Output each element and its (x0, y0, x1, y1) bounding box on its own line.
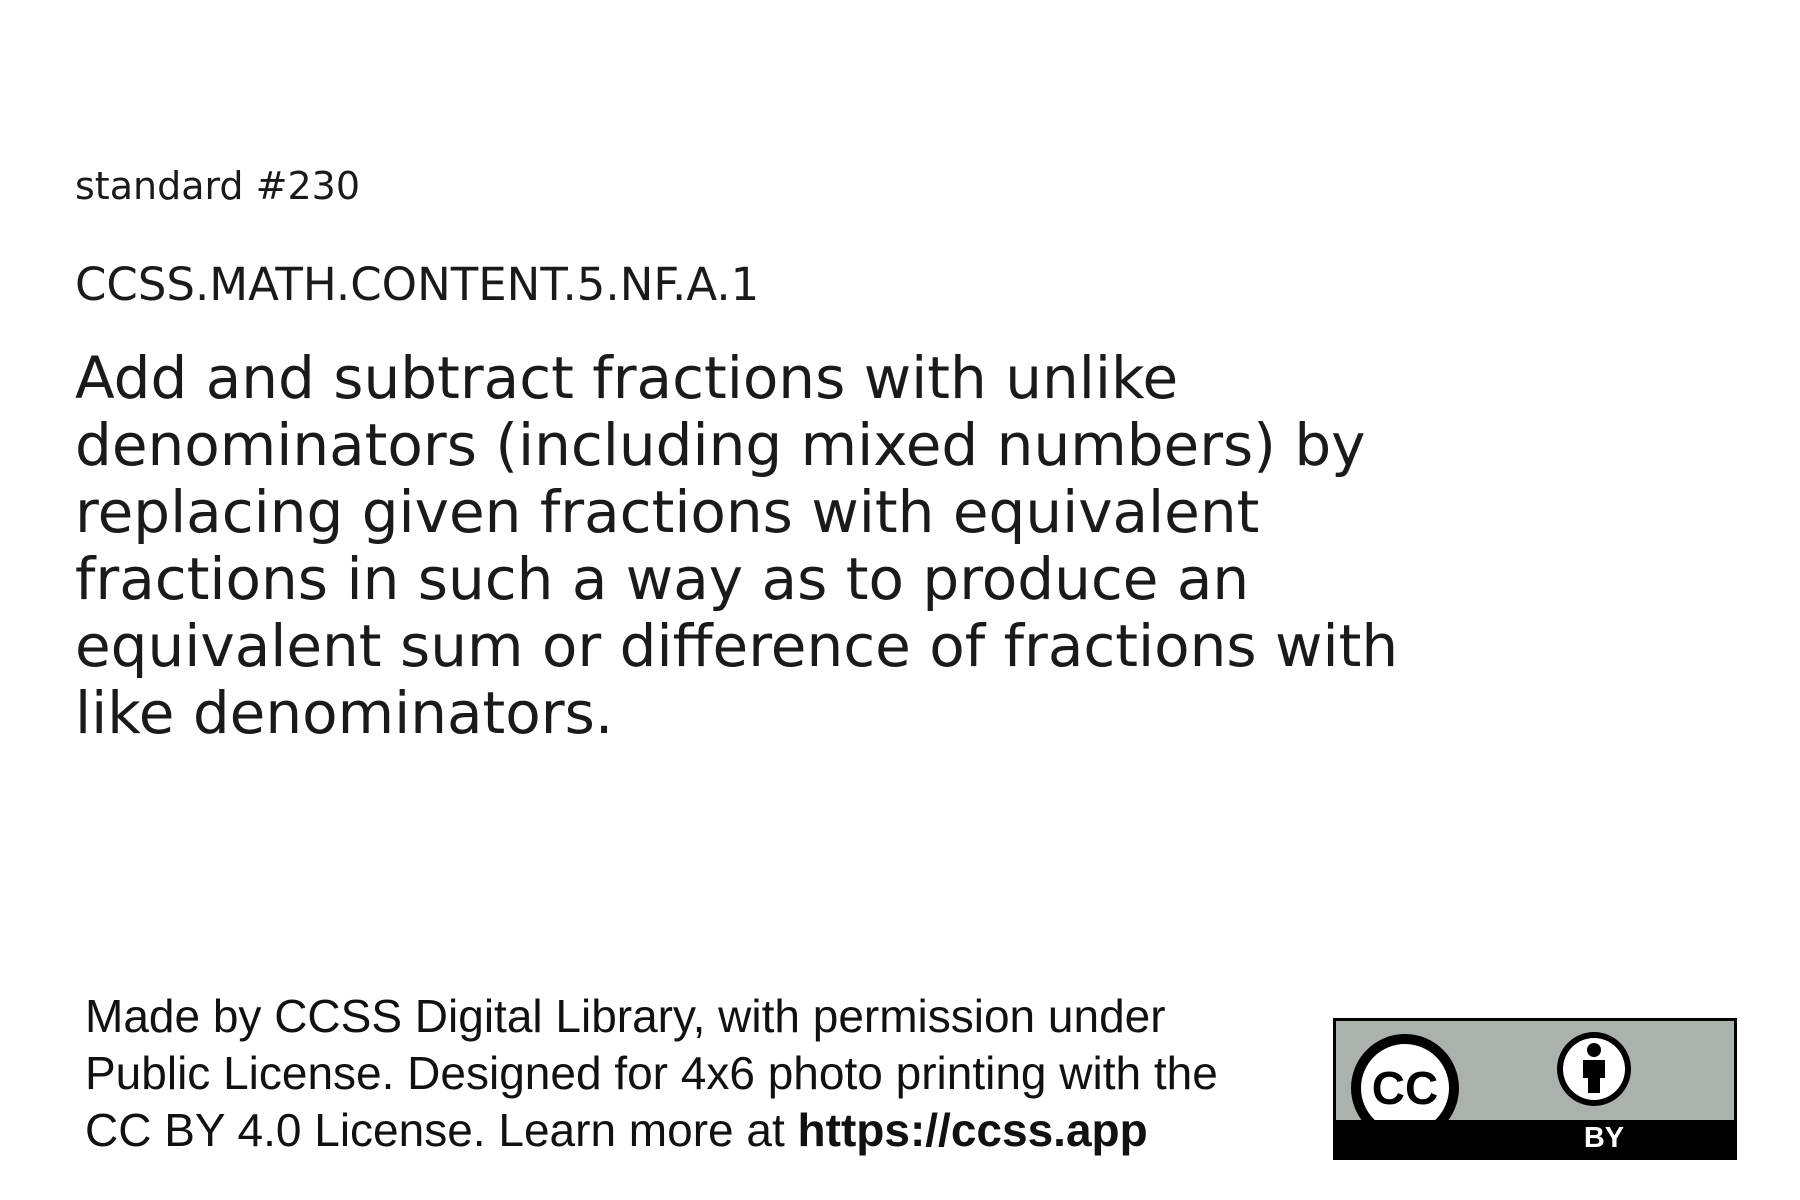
attribution-line-3: CC BY 4.0 License. Learn more at https:/… (85, 1102, 1315, 1159)
attribution-text: Made by CCSS Digital Library, with permi… (85, 988, 1315, 1159)
badge-bottom-bar (1336, 1120, 1734, 1157)
cc-logo-text: CC (1372, 1062, 1438, 1114)
standard-number: standard #230 (75, 164, 360, 208)
standard-card: standard #230 CCSS.MATH.CONTENT.5.NF.A.1… (0, 0, 1800, 1200)
by-label: BY (1583, 1122, 1625, 1154)
attribution-line-3-prefix: CC BY 4.0 License. Learn more at (85, 1104, 798, 1156)
cc-by-license-badge: CC BY (1333, 1018, 1737, 1160)
standard-code: CCSS.MATH.CONTENT.5.NF.A.1 (75, 258, 760, 311)
ccss-app-link[interactable]: https://ccss.app (798, 1104, 1148, 1156)
standard-description: Add and subtract fractions with unlike d… (75, 344, 1399, 747)
attribution-line-1: Made by CCSS Digital Library, with permi… (85, 990, 1166, 1042)
attribution-person-icon (1557, 1032, 1631, 1106)
attribution-line-2: Public License. Designed for 4x6 photo p… (85, 1047, 1218, 1099)
